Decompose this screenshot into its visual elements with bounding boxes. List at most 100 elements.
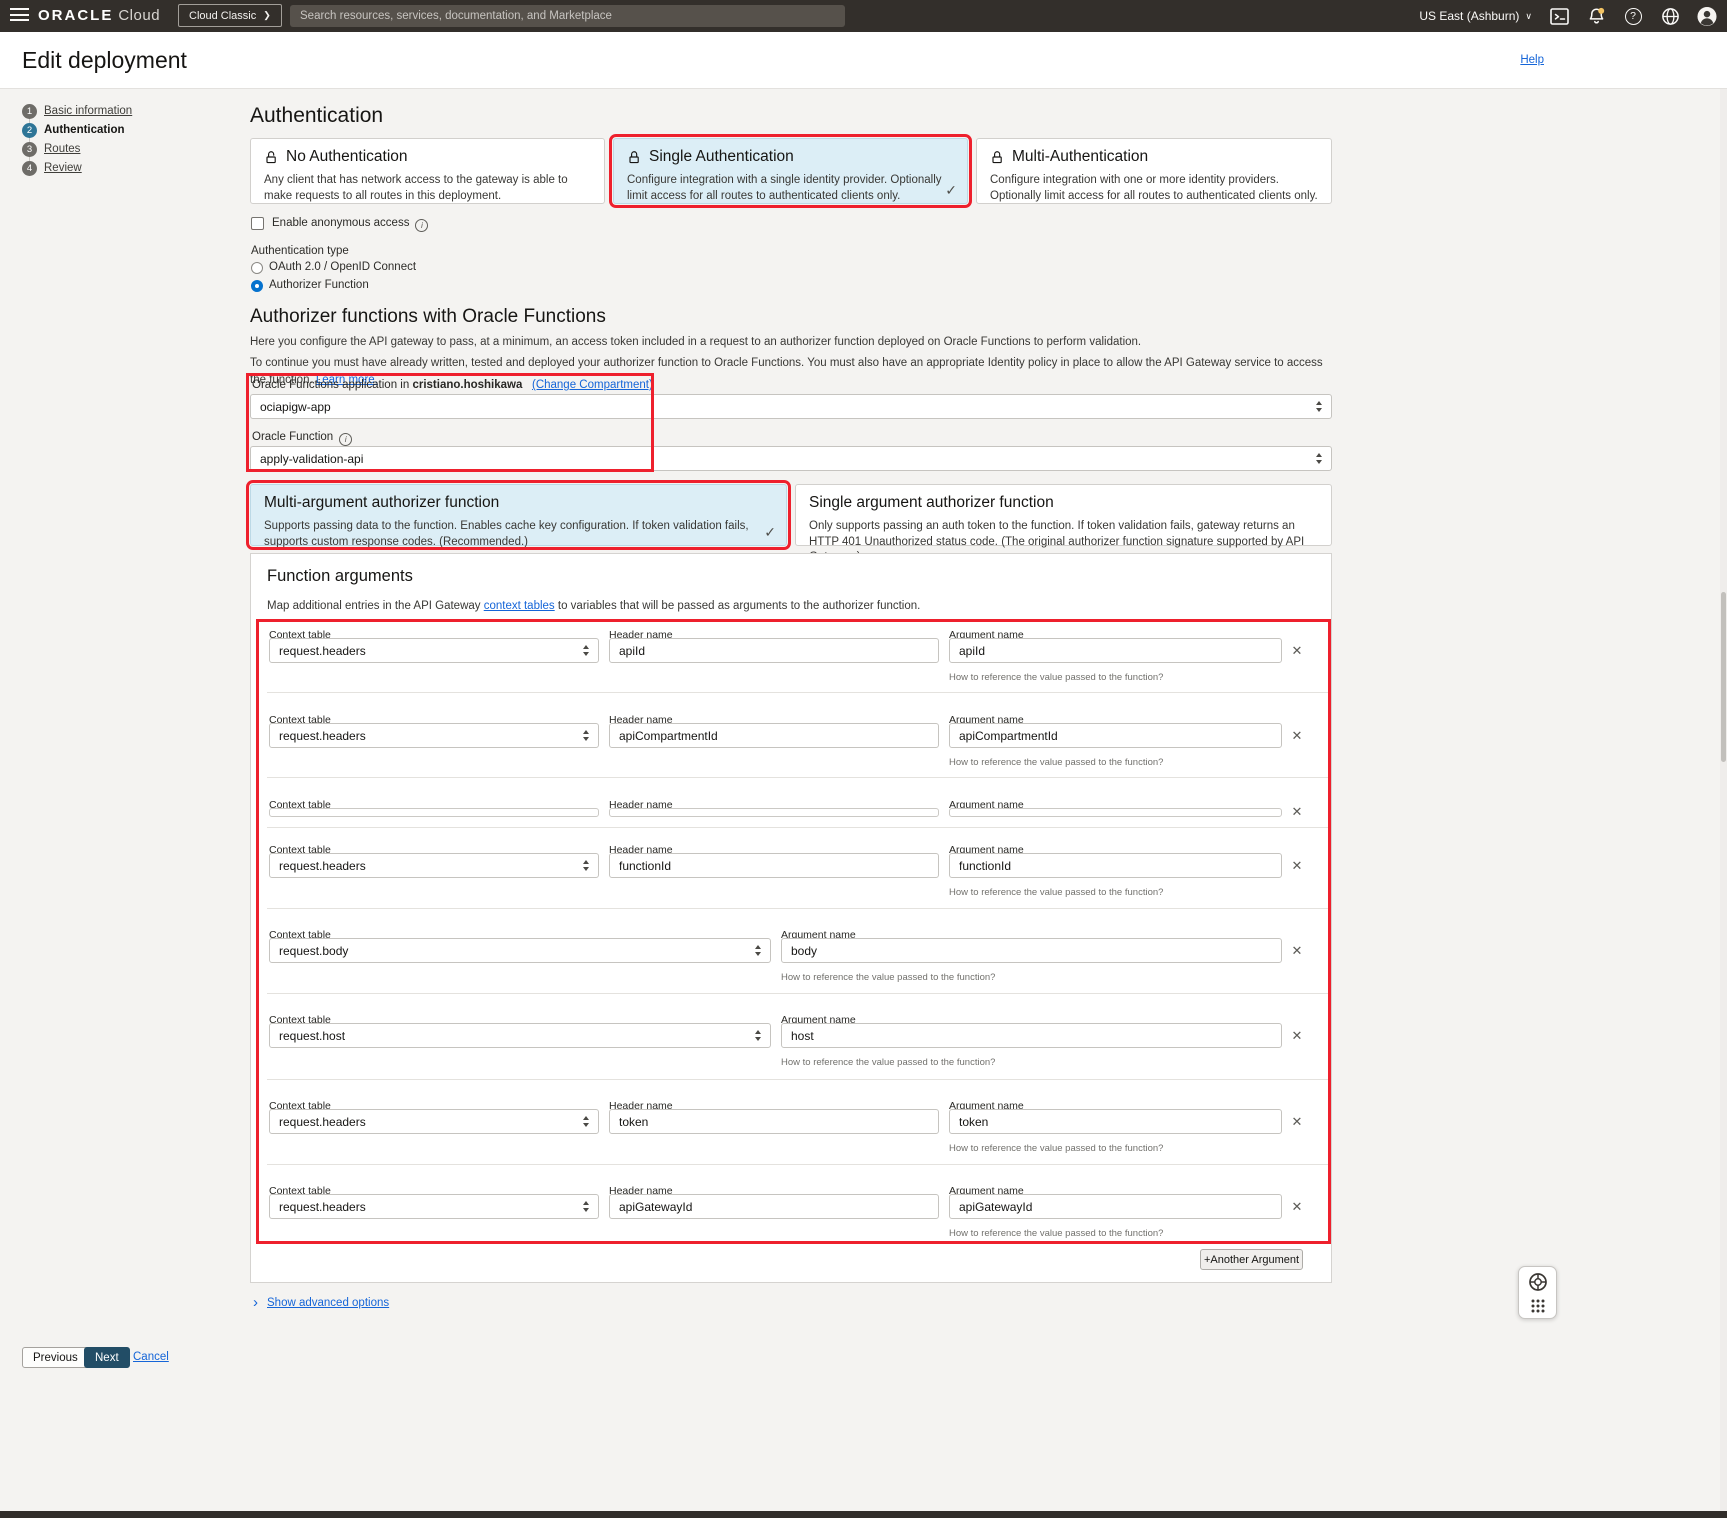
info-icon[interactable]: i <box>415 219 428 232</box>
sidebar-step-basic-information[interactable]: Basic information <box>44 105 132 117</box>
context-table-select[interactable]: request.host <box>269 1023 771 1048</box>
header-name-value[interactable] <box>619 1115 929 1129</box>
remove-argument-close-icon[interactable]: ✕ <box>1289 804 1305 820</box>
oracle-function-select[interactable]: apply-validation-api <box>250 446 1332 471</box>
cloud-classic-button[interactable]: Cloud Classic ❯ <box>178 4 282 27</box>
hamburger-menu-icon[interactable] <box>10 8 29 23</box>
argument-name-input-empty[interactable] <box>949 808 1282 817</box>
user-avatar-icon[interactable] <box>1697 6 1717 26</box>
cloud-classic-label: Cloud Classic <box>189 10 256 22</box>
argument-name-value[interactable] <box>959 859 1272 873</box>
header-name-input[interactable] <box>609 1194 939 1219</box>
chevron-updown-icon[interactable] <box>577 645 589 656</box>
remove-argument-close-icon[interactable]: ✕ <box>1289 1028 1305 1044</box>
argument-name-input[interactable] <box>949 1109 1282 1134</box>
card-multi-argument[interactable]: Multi-argument authorizer function Suppo… <box>250 484 787 546</box>
remove-argument-close-icon[interactable]: ✕ <box>1289 728 1305 744</box>
show-advanced-options-link[interactable]: Show advanced options <box>267 1297 389 1309</box>
card-no-authentication[interactable]: No Authentication Any client that has ne… <box>250 138 605 204</box>
chevron-updown-icon[interactable] <box>577 860 589 871</box>
argument-name-input[interactable] <box>781 938 1282 963</box>
row-divider <box>267 908 1329 909</box>
brand-cloud: Cloud <box>118 7 160 24</box>
previous-button[interactable]: Previous <box>22 1347 89 1368</box>
radio-oauth[interactable] <box>251 262 263 274</box>
argument-name-input[interactable] <box>781 1023 1282 1048</box>
next-button[interactable]: Next <box>84 1347 130 1368</box>
header-name-input-empty[interactable] <box>609 808 939 817</box>
header-name-input[interactable] <box>609 1109 939 1134</box>
chevron-updown-icon[interactable] <box>577 730 589 741</box>
argument-name-value[interactable] <box>959 1115 1272 1129</box>
context-table-select[interactable]: request.headers <box>269 853 599 878</box>
sidebar-step-authentication[interactable]: Authentication <box>44 124 125 136</box>
chevron-updown-icon[interactable] <box>749 945 761 956</box>
argument-name-input[interactable] <box>949 723 1282 748</box>
cancel-link[interactable]: Cancel <box>133 1351 169 1363</box>
vertical-scrollbar-track[interactable] <box>1720 32 1727 1518</box>
header-name-value[interactable] <box>619 1200 929 1214</box>
card-single-argument[interactable]: Single argument authorizer function Only… <box>795 484 1332 546</box>
functions-application-label: Oracle Functions application in cristian… <box>252 379 653 391</box>
another-argument-button[interactable]: +Another Argument <box>1200 1249 1303 1270</box>
notifications-bell-icon[interactable] <box>1586 6 1606 26</box>
header-name-value[interactable] <box>619 859 929 873</box>
context-tables-link[interactable]: context tables <box>484 600 555 612</box>
header-name-value[interactable] <box>619 644 929 658</box>
context-table-select[interactable]: request.headers <box>269 1109 599 1134</box>
header-name-input[interactable] <box>609 853 939 878</box>
chevron-updown-icon[interactable] <box>1310 401 1322 412</box>
info-icon[interactable]: i <box>339 433 352 446</box>
remove-argument-close-icon[interactable]: ✕ <box>1289 943 1305 959</box>
argument-name-value[interactable] <box>959 729 1272 743</box>
radio-authorizer-function[interactable] <box>251 280 263 292</box>
help-link[interactable]: Help <box>1520 54 1544 66</box>
sidebar-step-routes[interactable]: Routes <box>44 143 80 155</box>
remove-argument-close-icon[interactable]: ✕ <box>1289 1114 1305 1130</box>
argument-name-value[interactable] <box>791 1029 1272 1043</box>
chevron-updown-icon[interactable] <box>577 1116 589 1127</box>
context-table-select[interactable]: request.body <box>269 938 771 963</box>
vertical-scrollbar-thumb[interactable] <box>1721 592 1726 762</box>
argument-name-input[interactable] <box>949 638 1282 663</box>
card-single-authentication[interactable]: Single Authentication Configure integrat… <box>613 138 968 204</box>
cloud-shell-icon[interactable] <box>1549 6 1569 26</box>
context-table-select-empty[interactable] <box>269 808 599 817</box>
remove-argument-close-icon[interactable]: ✕ <box>1289 643 1305 659</box>
oracle-cloud-logo[interactable]: ORACLECloud <box>38 7 160 24</box>
argument-name-value[interactable] <box>959 1200 1272 1214</box>
global-search-input[interactable] <box>290 5 845 27</box>
functions-application-select[interactable]: ociapigw-app <box>250 394 1332 419</box>
argument-name-value[interactable] <box>791 944 1272 958</box>
chevron-updown-icon[interactable] <box>1310 453 1322 464</box>
step-3-circle: 3 <box>22 142 37 157</box>
chevron-right-icon: › <box>253 1295 258 1310</box>
radio-authorizer-function-label[interactable]: Authorizer Function <box>269 279 369 291</box>
context-table-select[interactable]: request.headers <box>269 1194 599 1219</box>
show-advanced-options[interactable]: › Show advanced options <box>253 1295 389 1310</box>
context-table-select[interactable]: request.headers <box>269 723 599 748</box>
remove-argument-close-icon[interactable]: ✕ <box>1289 858 1305 874</box>
chevron-updown-icon[interactable] <box>749 1030 761 1041</box>
radio-oauth-label[interactable]: OAuth 2.0 / OpenID Connect <box>269 261 416 273</box>
language-globe-icon[interactable] <box>1660 6 1680 26</box>
change-compartment-link[interactable]: (Change Compartment) <box>532 379 653 391</box>
header-name-value[interactable] <box>619 729 929 743</box>
argument-name-input[interactable] <box>949 853 1282 878</box>
header-name-input[interactable] <box>609 638 939 663</box>
remove-argument-close-icon[interactable]: ✕ <box>1289 1199 1305 1215</box>
sidebar-step-review[interactable]: Review <box>44 162 82 174</box>
enable-anonymous-access-checkbox[interactable] <box>251 217 264 230</box>
argument-name-value[interactable] <box>959 644 1272 658</box>
argument-name-input[interactable] <box>949 1194 1282 1219</box>
card-multi-authentication[interactable]: Multi-Authentication Configure integrati… <box>976 138 1332 204</box>
help-icon[interactable]: ? <box>1623 6 1643 26</box>
context-table-select[interactable]: request.headers <box>269 638 599 663</box>
lifebuoy-icon[interactable] <box>1527 1271 1549 1293</box>
region-selector[interactable]: US East (Ashburn) ∨ <box>1419 9 1532 23</box>
header-name-input[interactable] <box>609 723 939 748</box>
grid-dots-icon[interactable] <box>1530 1298 1546 1314</box>
chevron-updown-icon[interactable] <box>577 1201 589 1212</box>
lock-closed-icon <box>990 150 1004 165</box>
assistant-launcher-widget[interactable] <box>1518 1266 1557 1319</box>
